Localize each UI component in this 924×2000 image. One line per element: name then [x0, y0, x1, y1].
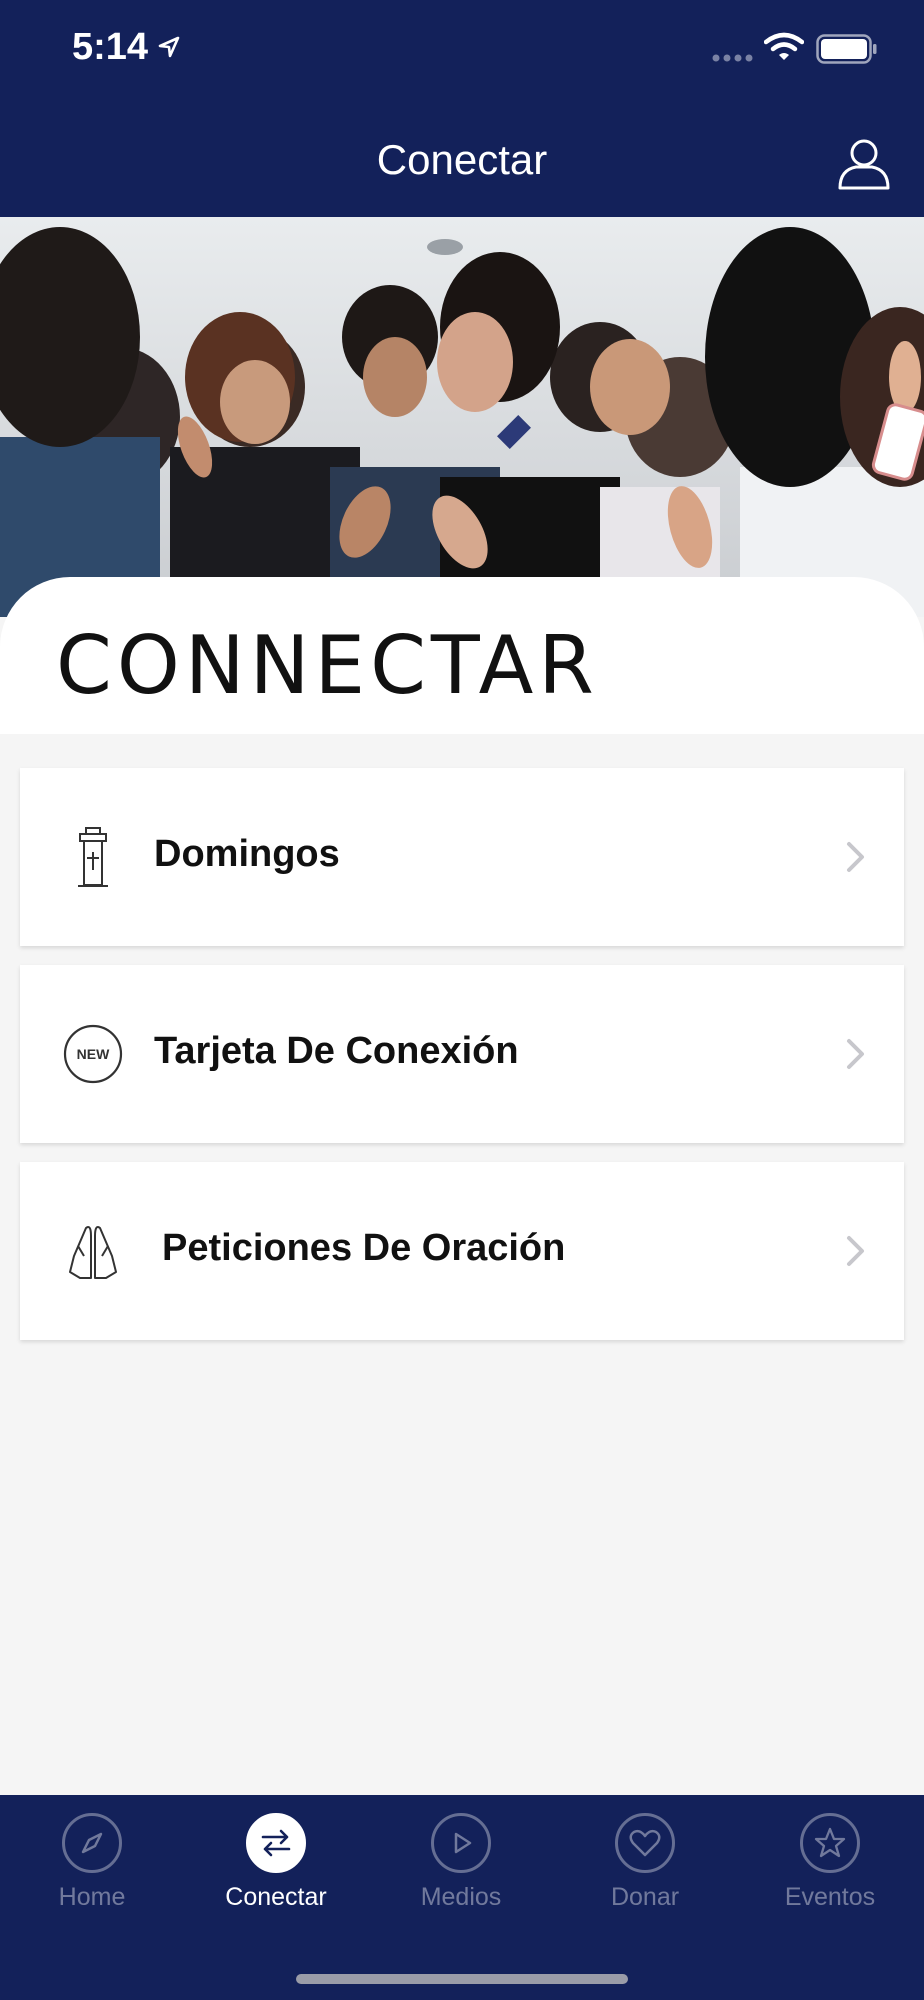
- tab-donar[interactable]: Donar: [553, 1813, 737, 1933]
- chevron-right-icon: [847, 1039, 864, 1069]
- list-item-label: Peticiones De Oración: [162, 1227, 566, 1269]
- tab-bar: Home Conectar Medios Donar Eventos: [0, 1795, 924, 2000]
- location-arrow-icon: [158, 36, 180, 58]
- tab-label: Home: [58, 1883, 126, 1911]
- profile-icon[interactable]: [836, 136, 892, 192]
- praying-hands-icon: [69, 1226, 117, 1279]
- chevron-right-icon: [847, 842, 864, 872]
- new-badge-text: NEW: [77, 1046, 110, 1062]
- status-time: 5:14: [72, 26, 149, 68]
- chevron-right-icon: [847, 1236, 864, 1266]
- section-header: CONNECTAR: [0, 577, 924, 734]
- pulpit-icon: [78, 827, 108, 887]
- tab-label: Conectar: [225, 1883, 327, 1911]
- list-item-label: Domingos: [154, 833, 340, 875]
- status-bar: 5:14: [0, 0, 924, 100]
- tab-label: Eventos: [784, 1883, 876, 1911]
- tab-medios[interactable]: Medios: [369, 1813, 553, 1933]
- list-item-label: Tarjeta De Conexión: [154, 1030, 519, 1072]
- compass-icon: [62, 1813, 122, 1873]
- home-indicator[interactable]: [296, 1974, 628, 1984]
- new-badge-icon: NEW: [63, 1024, 123, 1084]
- wifi-icon: [764, 32, 804, 60]
- tab-conectar[interactable]: Conectar: [184, 1813, 368, 1933]
- tab-eventos[interactable]: Eventos: [738, 1813, 922, 1933]
- list-item-domingos[interactable]: Domingos: [20, 768, 904, 946]
- heart-icon: [615, 1813, 675, 1873]
- play-icon: [431, 1813, 491, 1873]
- battery-icon: [816, 34, 877, 64]
- section-heading: CONNECTAR: [56, 619, 599, 712]
- tab-label: Medios: [420, 1883, 502, 1911]
- star-icon: [800, 1813, 860, 1873]
- tab-home[interactable]: Home: [0, 1813, 184, 1933]
- page-title: Conectar: [376, 136, 548, 183]
- list-item-peticiones-de-oracion[interactable]: Peticiones De Oración: [20, 1162, 904, 1340]
- top-bar: 5:14 Conectar: [0, 0, 924, 217]
- worship-crowd-photo: [0, 217, 924, 617]
- list-item-tarjeta-de-conexion[interactable]: NEW Tarjeta De Conexión: [20, 965, 904, 1143]
- hero-image: [0, 217, 924, 617]
- swap-arrows-icon: [246, 1813, 306, 1873]
- cellular-signal-icon: [712, 54, 753, 62]
- connect-list: Domingos NEW Tarjeta De Conexión Peticio…: [20, 768, 904, 1359]
- tab-label: Donar: [610, 1883, 680, 1911]
